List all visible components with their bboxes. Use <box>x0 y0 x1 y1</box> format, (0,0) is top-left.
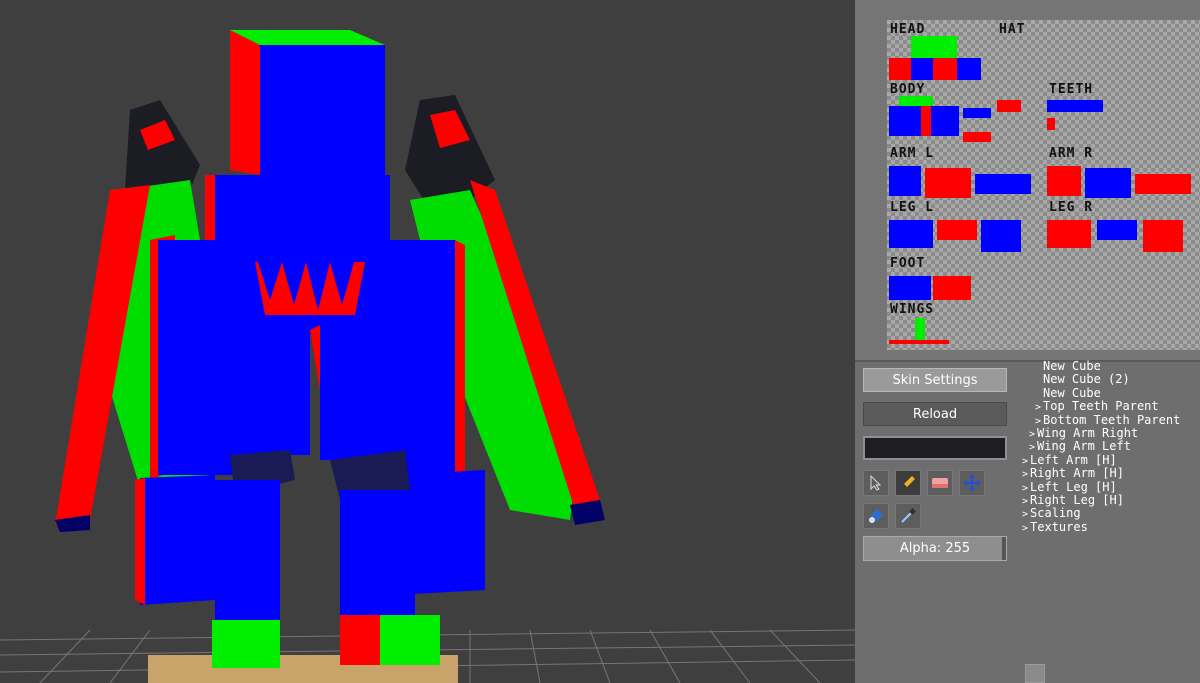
expand-caret-icon[interactable]: > <box>1035 416 1041 427</box>
expand-caret-icon[interactable]: > <box>1029 442 1035 453</box>
outliner-item-label: Wing Arm Right <box>1037 426 1139 440</box>
eraser-icon <box>932 478 948 488</box>
arm-l-texture-1 <box>889 166 921 196</box>
arm-l-texture-3 <box>975 174 1031 194</box>
head-back-texture <box>957 58 981 80</box>
texture-label-teeth: TEETH <box>1049 82 1094 97</box>
pencil-icon <box>902 476 915 489</box>
arm-r-texture-2 <box>1085 168 1131 198</box>
alpha-slider[interactable]: Alpha: 255 <box>863 536 1007 561</box>
outliner-item[interactable]: New Cube (2) <box>1043 373 1130 386</box>
head-top-texture <box>911 36 957 58</box>
expand-caret-icon[interactable]: > <box>1022 469 1028 480</box>
wings-texture-1 <box>915 318 925 340</box>
leg-l-texture-3 <box>981 220 1021 252</box>
leg-r-texture-2 <box>1097 220 1137 240</box>
expand-caret-icon[interactable]: > <box>1022 456 1028 467</box>
outliner-item-label: Bottom Teeth Parent <box>1043 412 1181 427</box>
texture-label-hat: HAT <box>999 22 1026 37</box>
alpha-slider-handle[interactable] <box>1002 537 1006 560</box>
texture-label-arm-r: ARM R <box>1049 146 1094 161</box>
alpha-label: Alpha: 255 <box>899 541 971 556</box>
body-back-texture <box>931 106 959 136</box>
cube-texture-2 <box>997 100 1021 112</box>
outliner-item-label: Scaling <box>1030 506 1081 521</box>
select-icon <box>870 475 882 491</box>
head-side2-texture <box>933 58 957 80</box>
reload-button[interactable]: Reload <box>863 402 1007 426</box>
eyedropper-icon <box>901 507 917 523</box>
move-icon <box>963 474 981 492</box>
expand-caret-icon[interactable]: > <box>1022 496 1028 507</box>
teeth-texture-2 <box>1047 118 1055 130</box>
leg-r-texture-3 <box>1143 220 1183 252</box>
outliner-item-label: Left Leg [H] <box>1030 479 1117 494</box>
outliner-item-label: Right Leg [H] <box>1030 493 1124 507</box>
outliner-item[interactable]: New Cube <box>1043 360 1101 373</box>
move-tool-button[interactable] <box>959 470 985 496</box>
outliner-item-label: Wing Arm Left <box>1037 439 1131 454</box>
expand-caret-icon[interactable]: > <box>1035 402 1041 413</box>
character-model-render[interactable] <box>0 0 855 683</box>
outliner-item-label: Textures <box>1030 519 1088 534</box>
texture-label-wings: WINGS <box>890 302 935 317</box>
outliner-item[interactable]: New Cube <box>1043 385 1101 400</box>
outliner-item[interactable]: > Textures <box>1022 519 1088 535</box>
texture-label-arm-l: ARM L <box>890 146 935 161</box>
texture-label-leg-l: LEG L <box>890 200 935 215</box>
outliner-item-label: New Cube (2) <box>1043 372 1130 387</box>
cube-texture-3 <box>963 132 991 142</box>
side-panel: HEAD HAT BODY TEETH ARM L ARM R LEG L LE… <box>855 0 1200 683</box>
resize-handle-icon[interactable] <box>1025 664 1045 683</box>
foot-texture-1 <box>889 276 931 300</box>
cube-texture-1 <box>963 108 991 118</box>
body-side-texture <box>921 106 931 136</box>
outliner-item-label: Top Teeth Parent <box>1043 399 1159 414</box>
head-side-texture <box>889 58 911 80</box>
expand-caret-icon[interactable]: > <box>1029 429 1035 440</box>
eyedropper-tool-button[interactable] <box>895 503 921 529</box>
outliner-item-label: New Cube <box>1043 385 1101 400</box>
outliner-tree: New Cube New Cube (2) New Cube > Top Teeth P… <box>1015 358 1200 558</box>
teeth-texture <box>1047 100 1103 112</box>
arm-l-texture-2 <box>925 168 971 198</box>
expand-caret-icon[interactable]: > <box>1022 523 1028 534</box>
texture-label-body: BODY <box>890 82 926 97</box>
expand-caret-icon[interactable]: > <box>1022 509 1028 520</box>
body-front-texture <box>889 106 921 136</box>
skin-settings-button[interactable]: Skin Settings <box>863 368 1007 392</box>
arm-r-texture-3 <box>1135 174 1191 194</box>
arm-r-texture-1 <box>1047 166 1081 196</box>
select-tool-button[interactable] <box>863 470 889 496</box>
color-field[interactable] <box>863 436 1007 460</box>
leg-r-texture-1 <box>1047 220 1091 248</box>
head-cube <box>230 30 385 175</box>
wings-texture-2 <box>889 340 949 344</box>
texture-label-leg-r: LEG R <box>1049 200 1094 215</box>
texture-canvas[interactable]: HEAD HAT BODY TEETH ARM L ARM R LEG L LE… <box>887 20 1200 350</box>
fill-tool-button[interactable] <box>863 503 889 529</box>
pencil-tool-button[interactable] <box>895 470 921 496</box>
leg-l-texture-1 <box>889 220 933 248</box>
outliner-item-label: Left Arm [H] <box>1030 452 1117 467</box>
head-front-texture <box>911 58 933 80</box>
texture-label-head: HEAD <box>890 22 926 37</box>
texture-label-foot: FOOT <box>890 256 926 271</box>
3d-viewport[interactable] <box>0 0 855 683</box>
outliner-item-label: New Cube <box>1043 359 1101 373</box>
foot-texture-2 <box>933 276 971 300</box>
texture-editor[interactable]: HEAD HAT BODY TEETH ARM L ARM R LEG L LE… <box>855 0 1200 362</box>
expand-caret-icon[interactable]: > <box>1022 483 1028 494</box>
eraser-tool-button[interactable] <box>927 470 953 496</box>
leg-l-texture-2 <box>937 220 977 240</box>
outliner-item-label: Right Arm [H] <box>1030 466 1124 481</box>
body-top-texture <box>899 96 933 106</box>
fill-bucket-icon <box>869 509 883 523</box>
